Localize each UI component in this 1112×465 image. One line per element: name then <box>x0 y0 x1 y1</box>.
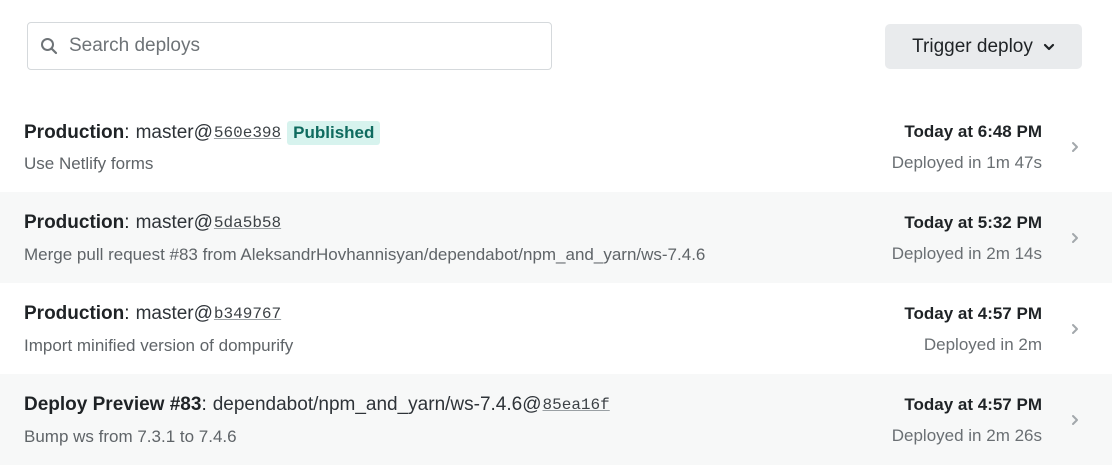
deploy-separator: : <box>124 303 130 324</box>
deploy-context: Deploy Preview #83 <box>24 394 202 415</box>
deploy-row[interactable]: Production: master@ b349767 Import minifi… <box>0 283 1112 374</box>
deploy-separator: : <box>124 212 130 233</box>
deploy-row[interactable]: Production: master@ 5da5b58 Merge pull re… <box>0 192 1112 283</box>
commit-message: Use Netlify forms <box>24 154 154 173</box>
deploy-title: Deploy Preview #83: dependabot/npm_and_y… <box>24 394 610 416</box>
deploy-time: Today at 4:57 PM <box>904 395 1042 414</box>
commit-message: Import minified version of dompurify <box>24 336 294 355</box>
commit-sha-link[interactable]: 560e398 <box>214 124 281 142</box>
chevron-right-icon <box>1069 413 1081 427</box>
deploy-time: Today at 4:57 PM <box>904 304 1042 323</box>
deploy-branch: dependabot/npm_and_yarn/ws-7.4.6@ <box>212 394 542 415</box>
deploy-title: Production: master@ 5da5b58 <box>24 212 281 234</box>
deploy-context: Production <box>24 212 125 233</box>
deploy-time: Today at 5:32 PM <box>904 213 1042 232</box>
trigger-deploy-label: Trigger deploy <box>912 35 1033 57</box>
deploy-duration: Deployed in 2m 26s <box>891 426 1042 445</box>
deploy-duration: Deployed in 2m 14s <box>891 244 1042 263</box>
deploy-context: Production <box>24 303 125 324</box>
commit-sha-link[interactable]: 85ea16f <box>543 396 610 414</box>
deploy-branch: master@ <box>135 303 213 324</box>
trigger-deploy-button[interactable]: Trigger deploy <box>885 24 1082 69</box>
chevron-right-icon <box>1069 322 1081 336</box>
deploy-row[interactable]: Deploy Preview #83: dependabot/npm_and_y… <box>0 374 1112 465</box>
deploys-toolbar: Trigger deploy <box>0 0 1112 100</box>
deploy-row[interactable]: Production: master@ 560e398 Published Use… <box>0 101 1112 192</box>
search-input[interactable] <box>69 35 529 57</box>
deploy-title: Production: master@ 560e398 Published <box>24 121 381 145</box>
deploy-separator: : <box>201 394 207 415</box>
deploy-branch: master@ <box>135 212 213 233</box>
deploy-separator: : <box>124 122 130 143</box>
commit-sha-link[interactable]: 5da5b58 <box>214 214 281 232</box>
deploy-duration: Deployed in 1m 47s <box>891 153 1042 172</box>
published-badge: Published <box>287 121 381 145</box>
commit-message: Merge pull request #83 from AleksandrHov… <box>24 245 706 264</box>
commit-message: Bump ws from 7.3.1 to 7.4.6 <box>24 427 237 446</box>
search-box[interactable] <box>27 22 552 70</box>
chevron-right-icon <box>1069 231 1081 245</box>
deploy-list: Production: master@ 560e398 Published Use… <box>0 101 1112 465</box>
chevron-down-icon <box>1043 43 1055 51</box>
search-icon <box>39 36 59 56</box>
deploy-context: Production <box>24 122 125 143</box>
deploy-duration: Deployed in 2m <box>923 335 1042 354</box>
commit-sha-link[interactable]: b349767 <box>214 305 281 323</box>
deploy-time: Today at 6:48 PM <box>904 122 1042 141</box>
deploy-title: Production: master@ b349767 <box>24 303 281 325</box>
chevron-right-icon <box>1069 140 1081 154</box>
deploy-branch: master@ <box>135 122 213 143</box>
